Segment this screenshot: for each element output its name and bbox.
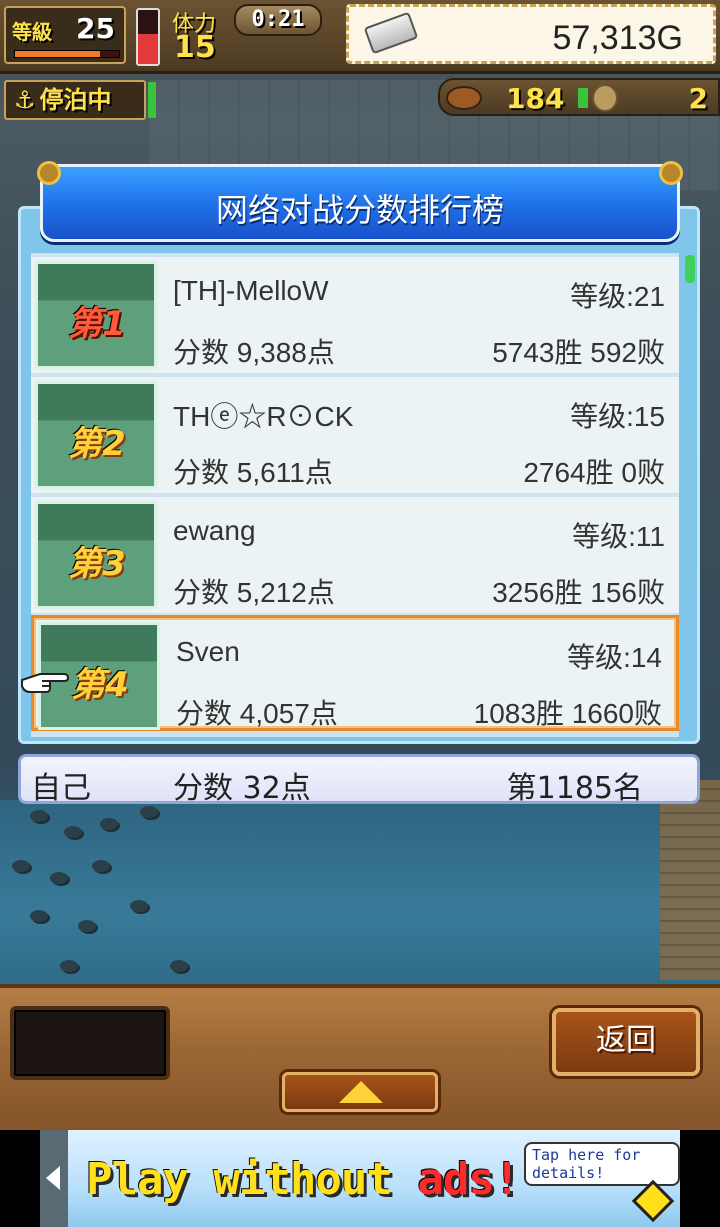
rock (78, 920, 96, 932)
player-score: 分数 5,611点 (173, 457, 333, 488)
player-name: Sven (176, 636, 240, 667)
player-record: 5743胜 592败 (492, 337, 665, 368)
player-name: ewang (173, 515, 256, 546)
ingot-icon (363, 11, 419, 55)
own-rank: 第1185名 (506, 771, 643, 806)
player-name: [TH]-MelloW (173, 275, 329, 306)
corner-ornament (659, 161, 683, 185)
level-value: 25 (76, 12, 115, 45)
resources-bar: 184 2 (438, 78, 720, 116)
stamina-value: 15 (174, 30, 216, 65)
coin-icon (592, 84, 618, 112)
ad-mascot-icon (631, 1179, 675, 1223)
docked-label: 停泊中 (39, 86, 112, 114)
food-icon (446, 86, 482, 110)
rock (100, 818, 118, 830)
back-button[interactable]: 返回 (552, 1008, 700, 1076)
leaderboard-row[interactable]: 第2 THⓔ☆R⊙CK 等级:15 分数 5,611点 2764胜 0败 (31, 377, 679, 493)
own-label: 自己 (31, 771, 91, 806)
rank-badge: 第4 (71, 665, 129, 705)
energy-gauge (136, 8, 160, 66)
rank-box: 第3 (35, 501, 157, 609)
player-record: 2764胜 0败 (523, 457, 665, 488)
rock (30, 810, 48, 822)
gold-display[interactable]: 57,313G (346, 4, 716, 64)
leaderboard-title: 网络对战分数排行榜 (215, 191, 504, 229)
leaderboard-list[interactable]: 第1 [TH]-MelloW 等级:21 分数 9,388点 5743胜 592… (31, 253, 679, 737)
stamina-box: 体力 15 (168, 4, 238, 66)
rock (12, 860, 30, 872)
docked-indicator (148, 82, 156, 118)
leaderboard-row[interactable]: 第1 [TH]-MelloW 等级:21 分数 9,388点 5743胜 592… (31, 257, 679, 373)
level-label: 等級 (12, 20, 52, 44)
own-ranking-bar: 自己 分数 32点 第1185名 (18, 754, 700, 806)
player-score: 分数 5,212点 (173, 577, 335, 608)
ad-left-arrow-icon (46, 1166, 60, 1190)
player-level: 等级:14 (567, 642, 662, 673)
player-level-box: 等級 25 (4, 6, 126, 64)
own-score: 分数 32点 (173, 771, 311, 806)
wooden-dock (660, 780, 720, 980)
gold-value: 57,313G (552, 19, 683, 57)
corner-ornament (37, 161, 61, 185)
ad-headline-main: Play without (86, 1154, 418, 1205)
energy-gauge-fill (138, 34, 158, 64)
rock (92, 860, 110, 872)
anchor-icon: ⚓ (14, 86, 36, 114)
empty-slot (10, 1006, 170, 1080)
rock (50, 872, 68, 884)
ad-prev-button[interactable] (40, 1130, 68, 1227)
scroll-up-button[interactable] (282, 1072, 438, 1112)
leaderboard-title-bar: 网络对战分数排行榜 (37, 161, 683, 242)
medal-value: 2 (688, 82, 708, 115)
docked-status-badge: ⚓ 停泊中 (4, 80, 146, 120)
ad-headline-accent: ads! (417, 1154, 520, 1205)
player-level: 等级:11 (572, 521, 665, 552)
rock (170, 960, 188, 972)
player-level: 等级:21 (570, 281, 665, 312)
hand-pointer-icon (21, 673, 70, 693)
player-record: 1083胜 1660败 (473, 698, 662, 729)
rank-badge: 第1 (68, 304, 126, 344)
player-name: THⓔ☆R⊙CK (173, 401, 354, 432)
up-arrow-icon (339, 1081, 383, 1103)
leaderboard-row[interactable]: 第3 ewang 等级:11 分数 5,212点 3256胜 156败 (31, 497, 679, 613)
rank-box: 第1 (35, 261, 157, 369)
ad-headline: Play without ads! (86, 1154, 520, 1205)
bottom-control-bar: 返回 (0, 984, 720, 1130)
food-value: 184 (506, 82, 565, 115)
player-score: 分数 4,057点 (176, 698, 338, 729)
food-level-indicator (578, 88, 588, 108)
rock (30, 910, 48, 922)
rank-box: 第2 (35, 381, 157, 489)
leaderboard-panel: 第1 [TH]-MelloW 等级:21 分数 9,388点 5743胜 592… (18, 206, 700, 744)
experience-bar (14, 50, 120, 58)
ad-banner[interactable]: Play without ads! Tap here for details! (40, 1130, 680, 1227)
ad-tap-bubble[interactable]: Tap here for details! (524, 1142, 680, 1186)
rock (130, 900, 148, 912)
experience-bar-fill (15, 51, 101, 57)
rock (140, 806, 158, 818)
list-scrollbar[interactable] (685, 255, 695, 283)
player-level: 等级:15 (570, 401, 665, 432)
top-hud: 等級 25 体力 15 0:21 57,313G (0, 0, 720, 74)
rank-badge: 第2 (68, 424, 126, 464)
leaderboard-row-selected[interactable]: 第4 Sven 等级:14 分数 4,057点 1083胜 1660败 (31, 615, 679, 731)
rock (60, 960, 78, 972)
rank-badge: 第3 (68, 544, 126, 584)
timer: 0:21 (234, 4, 322, 36)
rock (64, 826, 82, 838)
player-score: 分数 9,388点 (173, 337, 335, 368)
player-record: 3256胜 156败 (492, 577, 665, 608)
